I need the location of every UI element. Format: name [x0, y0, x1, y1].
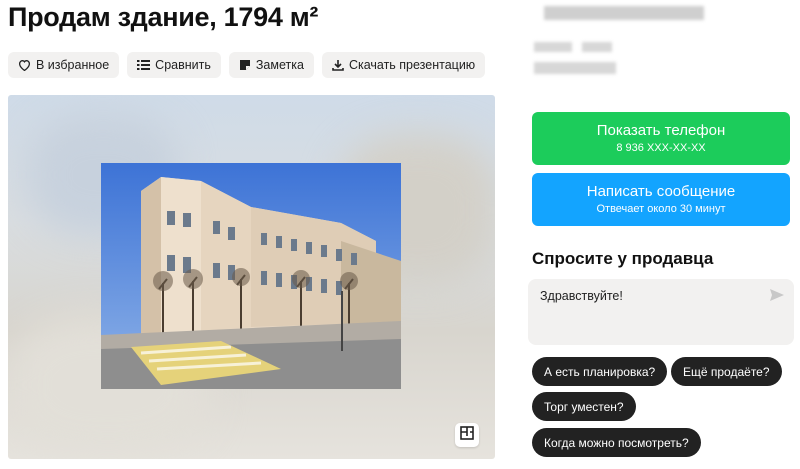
note-icon [239, 59, 251, 71]
ask-seller-input-value: Здравствуйте! [540, 289, 623, 303]
floor-plan-button[interactable] [455, 423, 479, 447]
photo-gallery[interactable] [8, 95, 495, 459]
masked-phone-number: 8 936 XXX-XX-XX [616, 142, 706, 154]
download-icon [332, 59, 344, 71]
quick-question-chip[interactable]: Когда можно посмотреть? [532, 428, 701, 457]
download-presentation-label: Скачать презентацию [348, 58, 476, 72]
show-phone-label: Показать телефон [596, 122, 726, 139]
compare-icon [137, 59, 151, 71]
quick-question-chip[interactable]: Торг уместен? [532, 392, 636, 421]
heart-icon [18, 59, 31, 71]
note-label: Заметка [255, 58, 304, 72]
compare-button[interactable]: Сравнить [127, 52, 221, 78]
quick-question-chip[interactable]: А есть планировка? [532, 357, 668, 386]
download-presentation-button[interactable]: Скачать презентацию [321, 52, 486, 78]
write-message-label: Написать сообщение [586, 183, 736, 200]
add-to-favorites-label: В избранное [36, 58, 110, 72]
compare-label: Сравнить [155, 58, 211, 72]
floor-plan-icon [460, 425, 474, 445]
send-icon[interactable] [770, 289, 784, 304]
show-phone-button[interactable]: Показать телефон 8 936 XXX-XX-XX [532, 112, 790, 165]
write-message-button[interactable]: Написать сообщение Отвечает около 30 мин… [532, 173, 790, 226]
building-photo[interactable] [101, 163, 401, 389]
add-to-favorites-button[interactable]: В избранное [8, 52, 120, 78]
listing-title: Продам здание, 1794 м² [8, 2, 319, 32]
ask-seller-input[interactable]: Здравствуйте! [528, 279, 794, 345]
ask-seller-title: Спросите у продавца [532, 249, 714, 268]
quick-question-chip[interactable]: Ещё продаёте? [671, 357, 782, 386]
note-button[interactable]: Заметка [228, 52, 314, 78]
response-time-text: Отвечает около 30 минут [596, 203, 726, 215]
listing-actions: В избранное Сравнить Заметка Скачать пре… [8, 52, 486, 78]
